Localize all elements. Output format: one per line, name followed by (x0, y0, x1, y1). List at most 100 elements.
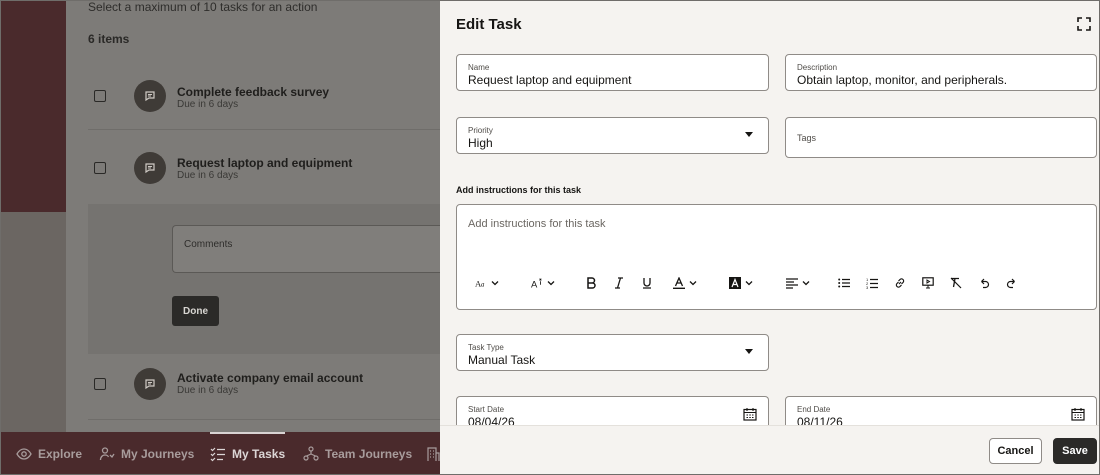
insert-media-button[interactable] (922, 273, 934, 293)
bold-icon (587, 277, 596, 289)
expand-icon (1077, 17, 1091, 31)
font-family-icon: Aa (475, 278, 485, 288)
text-color-button[interactable] (673, 273, 697, 293)
person-route-icon (99, 446, 115, 460)
instructions-heading: Add instructions for this task (456, 185, 582, 195)
task-icon-avatar (134, 368, 166, 400)
cancel-button[interactable]: Cancel (989, 438, 1042, 464)
task-due: Due in 6 days (177, 99, 239, 110)
task-title: Request laptop and equipment (177, 156, 353, 170)
task-row[interactable]: Complete feedback survey Due in 6 days (88, 64, 440, 130)
task-icon-avatar (134, 80, 166, 112)
checklist-icon (210, 447, 225, 461)
clear-formatting-button[interactable] (950, 273, 962, 293)
nav-label: My Journeys (121, 446, 195, 461)
presentation-icon (922, 277, 934, 289)
undo-icon (981, 278, 990, 289)
link-button[interactable] (894, 273, 906, 293)
italic-button[interactable] (613, 273, 625, 293)
text-color-icon (673, 277, 685, 289)
editor-toolbar: Aa A 1 2 3 (457, 273, 1096, 293)
start-date-field[interactable]: Start Date 08/04/26 (456, 396, 769, 425)
caret-down-icon (745, 132, 753, 137)
name-label: Name (468, 63, 490, 72)
caret-down-icon (745, 349, 753, 354)
svg-text:a: a (481, 281, 485, 288)
end-date-value: 08/11/26 (797, 415, 843, 425)
comment-icon (145, 163, 155, 174)
task-type-value: Manual Task (468, 353, 536, 367)
priority-value: High (468, 136, 493, 150)
chevron-down-icon (745, 281, 753, 286)
nav-item-explore[interactable]: Explore (16, 432, 82, 475)
task-checkbox[interactable] (94, 90, 106, 102)
redo-icon (1006, 278, 1015, 289)
done-button[interactable]: Done (172, 296, 219, 326)
font-family-button[interactable]: Aa (475, 273, 499, 293)
undo-button[interactable] (978, 273, 990, 293)
calendar-icon[interactable] (743, 407, 757, 421)
building-icon (427, 446, 440, 461)
save-button[interactable]: Save (1053, 438, 1097, 464)
comments-label: Comments (184, 239, 233, 250)
numbered-list-icon: 123 (866, 277, 878, 289)
eye-icon (16, 447, 32, 460)
clear-format-icon (950, 277, 962, 289)
bulleted-list-button[interactable] (838, 273, 850, 293)
selection-limit-note: Select a maximum of 10 tasks for an acti… (88, 0, 318, 14)
highlight-color-button[interactable] (729, 273, 753, 293)
align-button[interactable] (786, 273, 810, 293)
instructions-placeholder: Add instructions for this task (468, 218, 606, 230)
italic-icon (615, 277, 623, 289)
start-date-value: 08/04/26 (468, 415, 515, 425)
tags-field[interactable]: Tags (785, 117, 1097, 158)
end-date-label: End Date (797, 405, 831, 414)
description-value: Obtain laptop, monitor, and peripherals. (797, 73, 1008, 87)
bottom-navigation: Explore My Journeys My Tasks Team Journe… (0, 432, 440, 475)
font-size-icon: A (531, 278, 542, 289)
task-title: Activate company email account (177, 371, 364, 385)
nav-item-more[interactable] (425, 432, 441, 475)
name-value: Request laptop and equipment (468, 73, 632, 87)
svg-text:3: 3 (866, 285, 869, 289)
nav-item-my-tasks[interactable]: My Tasks (210, 432, 286, 475)
task-checkbox[interactable] (94, 162, 106, 174)
redo-button[interactable] (1006, 273, 1018, 293)
instructions-editor[interactable]: Add instructions for this task Aa A 1 2 … (456, 204, 1097, 310)
nav-item-team-journeys[interactable]: Team Journeys (303, 432, 412, 475)
name-field[interactable]: Name Request laptop and equipment (456, 54, 769, 91)
task-due: Due in 6 days (177, 385, 239, 396)
end-date-field[interactable]: End Date 08/11/26 (785, 396, 1097, 425)
underline-icon (643, 278, 651, 289)
numbered-list-button[interactable]: 123 (866, 273, 878, 293)
drawer-footer-divider (440, 425, 1100, 426)
underline-button[interactable] (641, 273, 653, 293)
font-size-button[interactable]: A (531, 273, 555, 293)
start-date-label: Start Date (468, 405, 505, 414)
task-due: Due in 6 days (177, 170, 239, 181)
description-field[interactable]: Description Obtain laptop, monitor, and … (785, 54, 1097, 91)
nav-label: Team Journeys (325, 446, 413, 461)
bold-button[interactable] (585, 273, 597, 293)
background-texture-band (0, 212, 66, 432)
calendar-icon[interactable] (1071, 407, 1085, 421)
drawer-title: Edit Task (456, 16, 522, 33)
background-brand-strip (0, 0, 66, 432)
chevron-down-icon (689, 281, 697, 286)
task-row[interactable]: Activate company email account Due in 6 … (88, 354, 440, 420)
task-type-select[interactable]: Task Type Manual Task (456, 334, 769, 371)
task-row[interactable]: Request laptop and equipment Due in 6 da… (88, 134, 440, 204)
comments-field[interactable]: Comments (172, 225, 440, 273)
chevron-down-icon (802, 281, 810, 286)
task-icon-avatar (134, 152, 166, 184)
comment-icon (145, 379, 155, 390)
nav-item-my-journeys[interactable]: My Journeys (99, 432, 194, 475)
svg-text:A: A (531, 278, 538, 289)
chevron-down-icon (547, 281, 555, 286)
highlight-icon (729, 277, 741, 289)
description-label: Description (797, 63, 838, 72)
priority-select[interactable]: Priority High (456, 117, 769, 154)
tags-label: Tags (797, 133, 817, 143)
task-checkbox[interactable] (94, 378, 106, 390)
fullscreen-button[interactable] (1076, 17, 1092, 33)
